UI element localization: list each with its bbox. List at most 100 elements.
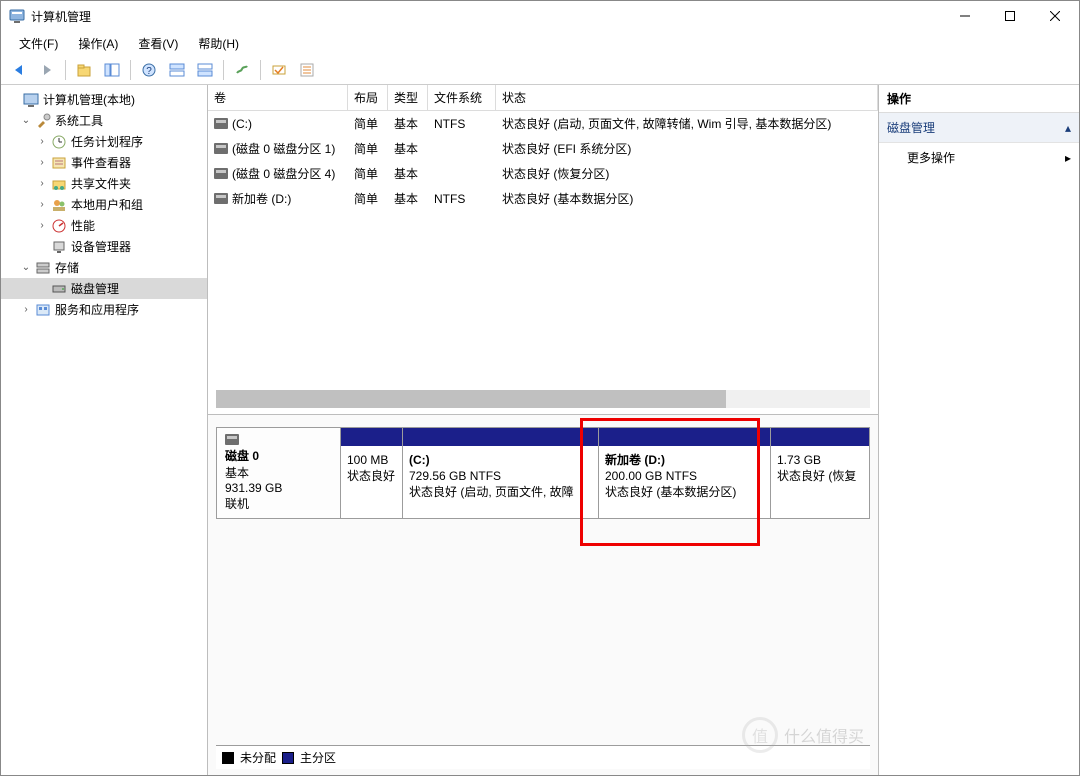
menu-help[interactable]: 帮助(H): [188, 32, 249, 55]
navigation-tree[interactable]: 计算机管理(本地) ⌄ 系统工具 › 任务计划程序 › 事件查看器 › 共享文件…: [1, 85, 208, 775]
menubar: 文件(F) 操作(A) 查看(V) 帮助(H): [1, 31, 1079, 55]
refresh-button[interactable]: [267, 58, 291, 82]
maximize-button[interactable]: [987, 1, 1032, 31]
partition-status: 状态良好: [347, 468, 396, 484]
col-volume[interactable]: 卷: [208, 85, 348, 110]
partition-name: 新加卷 (D:): [605, 452, 764, 468]
properties-button[interactable]: [295, 58, 319, 82]
disk-row[interactable]: 磁盘 0 基本 931.39 GB 联机 100 MB 状态良好: [216, 427, 870, 519]
tree-system-tools[interactable]: ⌄ 系统工具: [1, 110, 207, 131]
help-button[interactable]: ?: [137, 58, 161, 82]
app-icon: [9, 8, 25, 24]
partition-info: 729.56 GB NTFS: [409, 468, 592, 484]
disk-map: 磁盘 0 基本 931.39 GB 联机 100 MB 状态良好: [208, 415, 878, 775]
cell: 简单: [348, 161, 388, 186]
disk-info[interactable]: 磁盘 0 基本 931.39 GB 联机: [217, 428, 341, 518]
menu-view[interactable]: 查看(V): [128, 32, 188, 55]
cell: 基本: [388, 136, 428, 161]
volume-list-body: (C:) 简单 基本 NTFS 状态良好 (启动, 页面文件, 故障转储, Wi…: [208, 111, 878, 384]
partition-info: 100 MB: [347, 452, 396, 468]
view-bottom-button[interactable]: [193, 58, 217, 82]
cell: NTFS: [428, 186, 496, 211]
partition-name: (C:): [409, 452, 592, 468]
col-layout[interactable]: 布局: [348, 85, 388, 110]
partition-wrap: 100 MB 状态良好 (C:) 729.56 GB NTFS 状态良好 (启动…: [341, 428, 869, 518]
cell: NTFS: [428, 111, 496, 136]
view-top-button[interactable]: [165, 58, 189, 82]
disk-icon: [51, 281, 67, 297]
perf-icon: [51, 218, 67, 234]
partition[interactable]: 新加卷 (D:) 200.00 GB NTFS 状态良好 (基本数据分区): [599, 428, 771, 518]
cell: 状态良好 (EFI 系统分区): [496, 136, 878, 161]
disk-label: 磁盘 0: [225, 447, 332, 464]
partition[interactable]: (C:) 729.56 GB NTFS 状态良好 (启动, 页面文件, 故障: [403, 428, 599, 518]
settings-button[interactable]: [230, 58, 254, 82]
tree-device-manager[interactable]: 设备管理器: [1, 236, 207, 257]
tree-event-viewer[interactable]: › 事件查看器: [1, 152, 207, 173]
legend-swatch-unallocated: [222, 752, 234, 764]
cell: 基本: [388, 111, 428, 136]
minimize-button[interactable]: [942, 1, 987, 31]
partition-info: 200.00 GB NTFS: [605, 468, 764, 484]
horizontal-scrollbar[interactable]: [216, 390, 870, 408]
cell: 简单: [348, 186, 388, 211]
tree-services-apps[interactable]: › 服务和应用程序: [1, 299, 207, 320]
titlebar: 计算机管理: [1, 1, 1079, 31]
forward-button[interactable]: [35, 58, 59, 82]
volume-list: 卷 布局 类型 文件系统 状态 (C:) 简单 基本 NTFS 状态良好 (启动…: [208, 85, 878, 415]
chevron-right-icon: ▸: [1065, 151, 1071, 165]
drive-icon: [214, 193, 228, 204]
col-status[interactable]: 状态: [496, 85, 878, 110]
table-row[interactable]: (磁盘 0 磁盘分区 4) 简单 基本 状态良好 (恢复分区): [208, 161, 878, 186]
tree-label: 任务计划程序: [71, 133, 143, 150]
tree-label: 系统工具: [55, 112, 103, 129]
drive-icon: [214, 168, 228, 179]
cell: 状态良好 (基本数据分区): [496, 186, 878, 211]
col-fs[interactable]: 文件系统: [428, 85, 496, 110]
tree-label: 计算机管理(本地): [43, 91, 135, 108]
legend-label: 未分配: [240, 749, 276, 766]
actions-category[interactable]: 磁盘管理 ▴: [879, 113, 1079, 143]
partition-stripe: [341, 428, 402, 446]
tree-shared-folders[interactable]: › 共享文件夹: [1, 173, 207, 194]
table-row[interactable]: 新加卷 (D:) 简单 基本 NTFS 状态良好 (基本数据分区): [208, 186, 878, 211]
cell: 简单: [348, 136, 388, 161]
tree-task-scheduler[interactable]: › 任务计划程序: [1, 131, 207, 152]
tree-local-users[interactable]: › 本地用户和组: [1, 194, 207, 215]
back-button[interactable]: [7, 58, 31, 82]
services-icon: [35, 302, 51, 318]
tree-performance[interactable]: › 性能: [1, 215, 207, 236]
col-type[interactable]: 类型: [388, 85, 428, 110]
tree-label: 设备管理器: [71, 238, 131, 255]
clock-icon: [51, 134, 67, 150]
storage-icon: [35, 260, 51, 276]
scrollbar-thumb[interactable]: [216, 390, 726, 408]
partition-stripe: [771, 428, 869, 446]
partition[interactable]: 100 MB 状态良好: [341, 428, 403, 518]
partition-stripe: [599, 428, 770, 446]
disk-size: 931.39 GB: [225, 481, 332, 495]
menu-action[interactable]: 操作(A): [68, 32, 128, 55]
up-button[interactable]: [72, 58, 96, 82]
tree-disk-management[interactable]: 磁盘管理: [1, 278, 207, 299]
watermark-badge: 值: [742, 717, 778, 753]
actions-more[interactable]: 更多操作 ▸: [879, 143, 1079, 172]
volume-list-header[interactable]: 卷 布局 类型 文件系统 状态: [208, 85, 878, 111]
menu-file[interactable]: 文件(F): [9, 32, 68, 55]
table-row[interactable]: (磁盘 0 磁盘分区 1) 简单 基本 状态良好 (EFI 系统分区): [208, 136, 878, 161]
table-row[interactable]: (C:) 简单 基本 NTFS 状态良好 (启动, 页面文件, 故障转储, Wi…: [208, 111, 878, 136]
tree-label: 服务和应用程序: [55, 301, 139, 318]
tree-root[interactable]: 计算机管理(本地): [1, 89, 207, 110]
cell: 简单: [348, 111, 388, 136]
close-button[interactable]: [1032, 1, 1077, 31]
drive-icon: [214, 118, 228, 129]
disk-icon: [225, 434, 239, 445]
cell: (磁盘 0 磁盘分区 4): [232, 165, 335, 182]
toolbar: ?: [1, 55, 1079, 85]
show-hide-tree-button[interactable]: [100, 58, 124, 82]
users-icon: [51, 197, 67, 213]
tree-storage[interactable]: ⌄ 存储: [1, 257, 207, 278]
partition[interactable]: 1.73 GB 状态良好 (恢复: [771, 428, 869, 518]
disk-state: 联机: [225, 495, 332, 512]
toolbar-separator: [260, 60, 261, 80]
